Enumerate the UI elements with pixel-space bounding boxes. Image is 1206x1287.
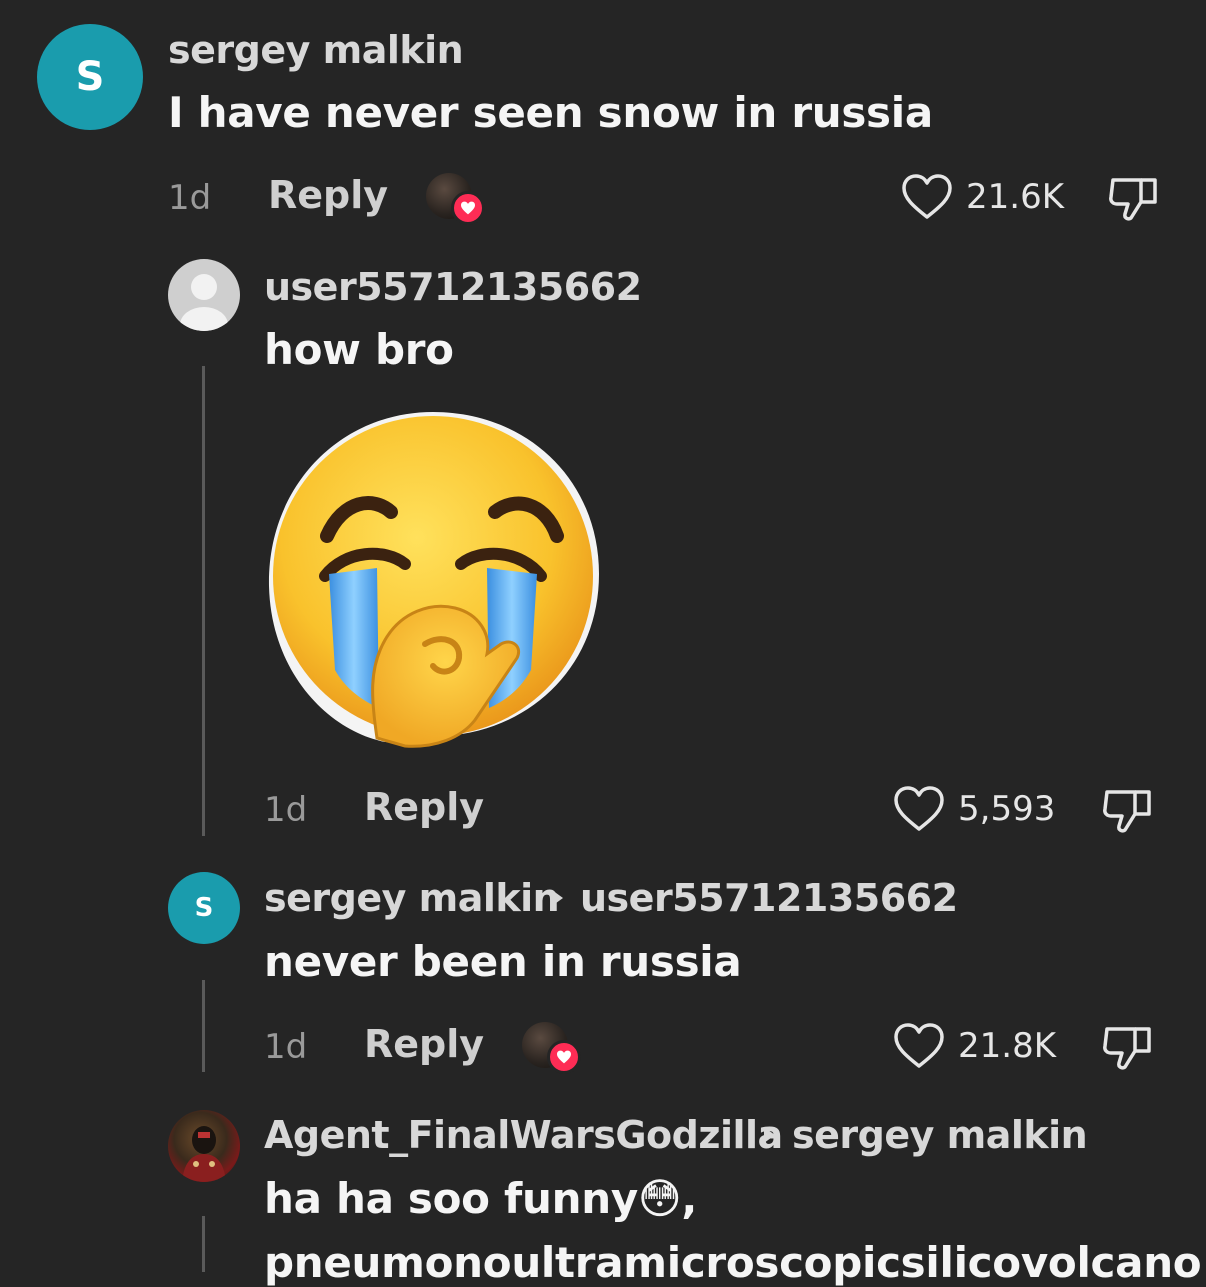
reply-target-username[interactable]: sergey malkin — [792, 1113, 1088, 1157]
comment-username[interactable]: sergey malkin — [264, 876, 560, 920]
avatar-default-user[interactable] — [168, 259, 240, 331]
avatar-sergey-malkin[interactable]: S — [168, 872, 240, 944]
dislike-icon[interactable] — [1101, 1021, 1155, 1073]
loudly-crying-emoji-sticker — [268, 412, 599, 748]
reply-arrow-icon — [552, 890, 563, 906]
thread-line — [202, 980, 205, 1072]
comment-text: how bro — [264, 325, 454, 374]
comment-text-line1: ha ha soo funny — [264, 1174, 638, 1223]
comment-text-line2: pneumonoultramicroscopicsilicovolcano — [264, 1238, 1202, 1287]
comment-username[interactable]: sergey malkin — [168, 28, 464, 72]
comment-age: 1d — [264, 790, 308, 830]
comment-username[interactable]: user55712135662 — [264, 265, 642, 309]
avatar-sergey-malkin[interactable]: S — [37, 24, 143, 130]
dislike-icon[interactable] — [1101, 784, 1155, 836]
creator-heart-badge-icon — [547, 1040, 581, 1074]
avatar-agent-finalwarsgodzilla[interactable] — [168, 1110, 240, 1182]
dislike-icon[interactable] — [1107, 172, 1161, 224]
avatar-letter: S — [75, 54, 105, 100]
reply-target-username[interactable]: user55712135662 — [580, 876, 958, 920]
heart-outline-icon[interactable] — [901, 173, 953, 221]
like-count: 21.8K — [958, 1026, 1056, 1066]
reply-button[interactable]: Reply — [364, 785, 484, 829]
creator-heart-badge-icon — [451, 191, 485, 225]
comment-text: ha ha soo funny😳, — [264, 1174, 697, 1223]
comment-text: never been in russia — [264, 937, 742, 986]
reply-arrow-icon — [764, 1127, 775, 1143]
flushed-emoji: 😳 — [637, 1174, 682, 1223]
comment-age: 1d — [168, 178, 212, 218]
comment-age: 1d — [264, 1027, 308, 1067]
comment-text: I have never seen snow in russia — [168, 88, 933, 137]
reply-button[interactable]: Reply — [268, 173, 388, 217]
reply-button[interactable]: Reply — [364, 1022, 484, 1066]
heart-outline-icon[interactable] — [893, 785, 945, 833]
default-avatar-icon — [180, 274, 228, 331]
avatar-image — [182, 1126, 226, 1182]
thread-line — [202, 366, 205, 836]
comment-username[interactable]: Agent_FinalWarsGodzilla — [264, 1113, 783, 1157]
heart-outline-icon[interactable] — [893, 1022, 945, 1070]
comment-text-suffix: , — [681, 1174, 698, 1223]
thread-line — [202, 1216, 205, 1272]
like-count: 21.6K — [966, 177, 1064, 217]
avatar-letter: S — [194, 893, 214, 923]
like-count: 5,593 — [958, 789, 1056, 829]
